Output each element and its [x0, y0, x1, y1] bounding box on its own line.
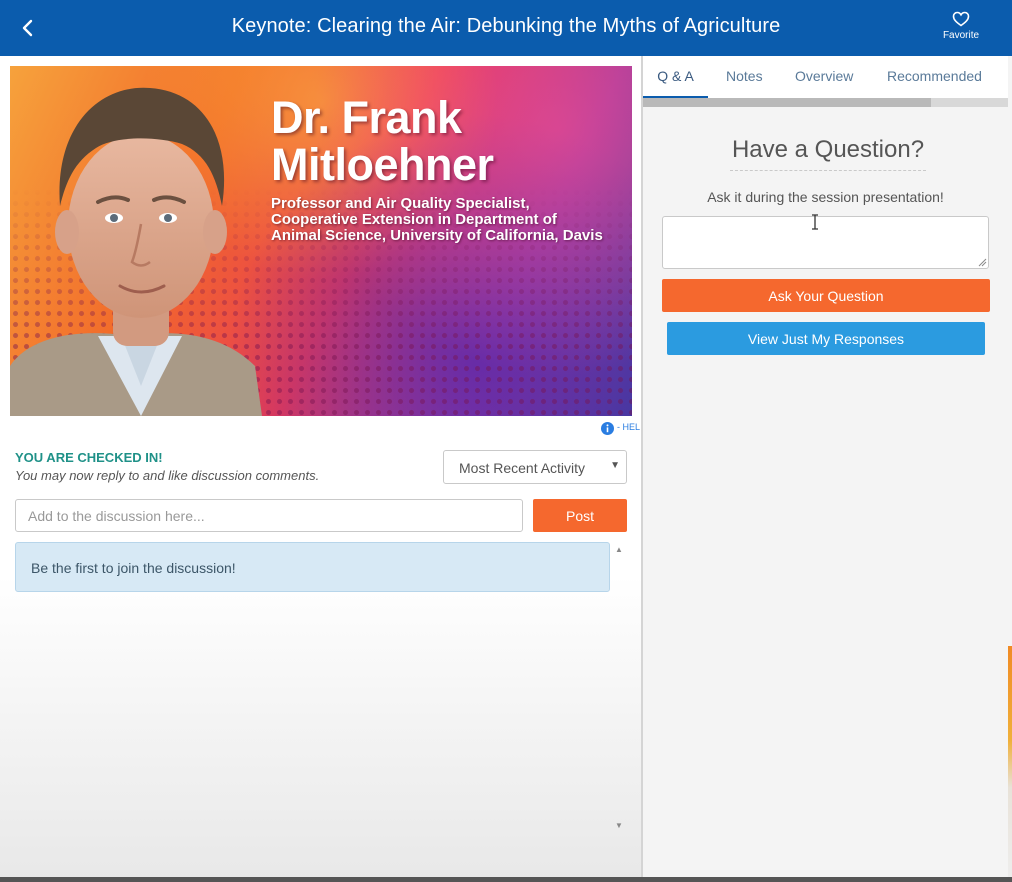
scroll-down-arrow-icon[interactable]: ▼	[615, 821, 623, 830]
tab-scrollbar[interactable]	[643, 98, 1008, 107]
session-main-pane: Dr. Frank Mitloehner Professor and Air Q…	[0, 56, 641, 882]
text-cursor-icon	[812, 214, 818, 230]
tab-recommended[interactable]: Recommended	[887, 56, 982, 96]
background-edge	[1008, 646, 1012, 882]
tab-overview[interactable]: Overview	[795, 56, 853, 96]
speaker-banner: Dr. Frank Mitloehner Professor and Air Q…	[10, 66, 632, 416]
heart-outline-icon	[952, 11, 970, 27]
checked-in-status: YOU ARE CHECKED IN!	[15, 450, 163, 465]
chevron-left-icon	[22, 19, 33, 37]
bottom-edge	[0, 877, 1012, 882]
speaker-name: Dr. Frank Mitloehner	[271, 92, 494, 190]
session-title: Keynote: Clearing the Air: Debunking the…	[231, 15, 781, 37]
qa-subheading: Ask it during the session presentation!	[707, 189, 944, 205]
empty-discussion-notice: Be the first to join the discussion!	[15, 542, 610, 592]
ask-question-button[interactable]: Ask Your Question	[662, 279, 990, 312]
tab-qa[interactable]: Q & A	[643, 56, 708, 98]
qa-heading: Have a Question?	[730, 136, 926, 171]
discussion-scrollbar[interactable]: ▲ ▼	[611, 542, 627, 834]
tab-bar: Q & A Notes Overview Recommended	[643, 56, 1008, 98]
app-header: Keynote: Clearing the Air: Debunking the…	[0, 0, 1012, 56]
speaker-photo	[10, 87, 262, 416]
help-link[interactable]: - HEL	[617, 422, 640, 432]
view-my-responses-button[interactable]: View Just My Responses	[667, 322, 985, 355]
scroll-up-arrow-icon[interactable]: ▲	[615, 545, 623, 554]
speaker-affiliation: Professor and Air Quality Specialist, Co…	[271, 195, 603, 244]
favorite-label: Favorite	[942, 30, 980, 41]
resize-grip-icon[interactable]	[978, 258, 987, 267]
question-input[interactable]	[662, 216, 989, 269]
tab-notes[interactable]: Notes	[726, 56, 763, 96]
side-panel: Q & A Notes Overview Recommended Have a …	[643, 56, 1012, 882]
discussion-input[interactable]	[15, 499, 523, 532]
post-button[interactable]: Post	[533, 499, 627, 532]
favorite-button[interactable]: Favorite	[938, 8, 984, 50]
info-icon[interactable]	[601, 422, 614, 435]
sort-dropdown[interactable]: Most Recent Activity ▼	[443, 450, 627, 484]
checked-in-message: You may now reply to and like discussion…	[15, 468, 320, 483]
tab-scroll-thumb[interactable]	[643, 98, 932, 107]
back-button[interactable]	[14, 14, 42, 42]
caret-down-icon: ▼	[610, 460, 620, 471]
sort-selected-value: Most Recent Activity	[459, 460, 586, 476]
